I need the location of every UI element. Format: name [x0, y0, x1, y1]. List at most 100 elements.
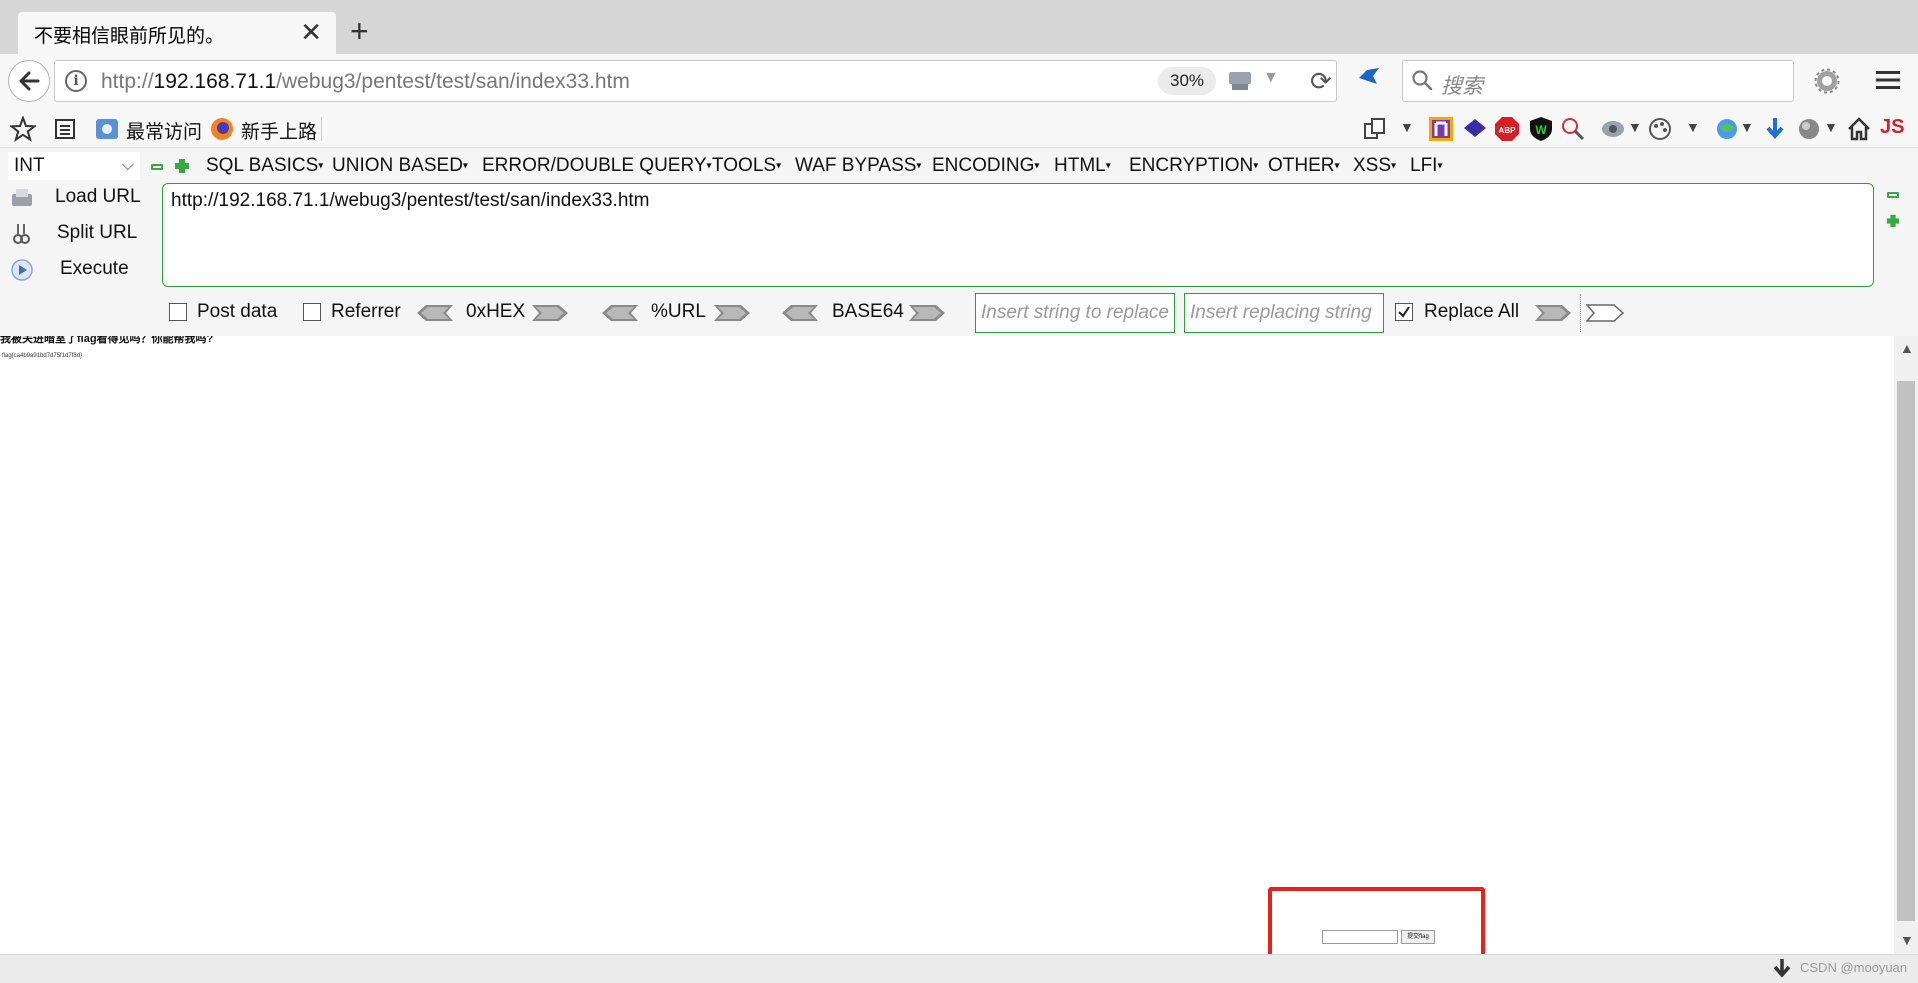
- scroll-down-icon[interactable]: ▼: [1900, 932, 1914, 948]
- hamburger-menu-icon[interactable]: [1876, 70, 1900, 90]
- back-button[interactable]: [8, 60, 50, 102]
- tab-title: 不要相信眼前所见的。: [34, 26, 225, 47]
- flag-input[interactable]: [1322, 930, 1398, 944]
- minus-icon[interactable]: [150, 160, 164, 174]
- replace-apply-arrow-icon[interactable]: [1534, 304, 1572, 322]
- menu-encryption[interactable]: ENCRYPTION▾: [1129, 155, 1258, 177]
- close-tab-icon[interactable]: ✕: [300, 18, 322, 46]
- menu-error-double-query[interactable]: ERROR/DOUBLE QUERY▾: [482, 155, 712, 177]
- home-icon[interactable]: [1846, 116, 1872, 142]
- replace-all-checkbox[interactable]: [1395, 303, 1413, 321]
- bookmark-getting-started[interactable]: 新手上路: [241, 117, 317, 144]
- new-tab-button[interactable]: +: [350, 12, 369, 50]
- dropdown-arrow-icon[interactable]: ▼: [1400, 119, 1414, 135]
- adblock-plus-icon[interactable]: ABP: [1494, 116, 1520, 142]
- base64-decode-arrow-icon[interactable]: [781, 304, 819, 322]
- download-arrow-icon[interactable]: [1762, 116, 1788, 142]
- base64-encode-arrow-icon[interactable]: [908, 304, 946, 322]
- page-action-icon[interactable]: [1227, 69, 1253, 93]
- search-bar[interactable]: 搜索: [1402, 60, 1794, 102]
- checkmark-icon: [1398, 306, 1410, 318]
- speed-extension-icon[interactable]: [1600, 116, 1626, 142]
- gear-icon[interactable]: [1814, 68, 1840, 94]
- hex-label: 0xHEX: [466, 301, 526, 322]
- url-host: 192.168.71.1: [153, 70, 277, 93]
- menu-label: WAF BYPASS: [795, 155, 917, 176]
- menu-sql-basics[interactable]: SQL BASICS▾: [206, 155, 323, 177]
- menu-union-based[interactable]: UNION BASED▾: [332, 155, 468, 177]
- hackbar-panel: INT ⌵ SQL BASICS▾ UNION BASED▾ ERROR/DOU…: [0, 148, 1918, 336]
- page-actions-dropdown-icon[interactable]: ▼: [1263, 69, 1279, 87]
- base64-label: BASE64: [832, 301, 904, 322]
- plus-icon[interactable]: [174, 158, 190, 174]
- menu-waf-bypass[interactable]: WAF BYPASS▾: [795, 155, 921, 177]
- url-bar[interactable]: i http://192.168.71.1/webug3/pentest/tes…: [54, 60, 1337, 102]
- replace-next-arrow-icon[interactable]: [1586, 304, 1624, 322]
- post-data-checkbox[interactable]: [169, 303, 187, 321]
- scroll-thumb[interactable]: [1897, 381, 1915, 921]
- back-arrow-icon: [19, 71, 40, 91]
- dropdown-arrow-icon[interactable]: ▼: [1686, 119, 1700, 135]
- replacing-string-input[interactable]: [1184, 293, 1384, 333]
- hex-encode-arrow-icon[interactable]: [531, 304, 569, 322]
- grow-icon[interactable]: [1886, 214, 1900, 228]
- shield-extension-icon[interactable]: W: [1528, 116, 1554, 142]
- shrink-icon[interactable]: [1886, 190, 1900, 200]
- zoom-level-badge[interactable]: 30%: [1158, 67, 1216, 95]
- int-select[interactable]: INT ⌵: [8, 152, 140, 180]
- tab-strip: 不要相信眼前所见的。 ✕ +: [0, 0, 1918, 54]
- active-tab[interactable]: 不要相信眼前所见的。 ✕: [18, 12, 336, 54]
- magnifier-extension-icon[interactable]: [1560, 116, 1586, 142]
- library-icon[interactable]: [52, 116, 78, 142]
- search-placeholder: 搜索: [1441, 75, 1483, 98]
- palette-icon[interactable]: [1647, 116, 1673, 142]
- menu-xss[interactable]: XSS▾: [1353, 155, 1396, 177]
- url-text[interactable]: http://192.168.71.1/webug3/pentest/test/…: [101, 70, 630, 94]
- dropdown-arrow-icon: ▾: [916, 160, 922, 172]
- extension-bird-icon[interactable]: [1357, 66, 1381, 86]
- load-url-button[interactable]: Load URL: [10, 186, 150, 212]
- hex-decode-arrow-icon[interactable]: [416, 304, 454, 322]
- execute-button[interactable]: Execute: [10, 258, 150, 284]
- menu-label: OTHER: [1268, 155, 1335, 176]
- dropdown-arrow-icon[interactable]: ▼: [1628, 119, 1642, 135]
- chevron-down-icon: ⌵: [121, 157, 134, 174]
- bookmarks-separator: [321, 117, 322, 141]
- dropdown-arrow-icon[interactable]: ▼: [1740, 119, 1754, 135]
- js-toggle-icon[interactable]: JS: [1880, 116, 1904, 139]
- referrer-checkbox[interactable]: [303, 303, 321, 321]
- menu-tools[interactable]: TOOLS▾: [712, 155, 781, 177]
- bookmark-most-visited[interactable]: 最常访问: [126, 117, 202, 144]
- firefox-icon: [211, 118, 233, 140]
- translate-icon[interactable]: [1714, 116, 1740, 142]
- hackbar-url-textarea[interactable]: http://192.168.71.1/webug3/pentest/test/…: [162, 183, 1874, 287]
- scroll-up-icon[interactable]: ▲: [1900, 340, 1914, 356]
- split-url-button[interactable]: Split URL: [10, 222, 150, 248]
- most-visited-icon: [96, 119, 118, 139]
- menu-encoding[interactable]: ENCODING▾: [932, 155, 1039, 177]
- bookmark-star-icon[interactable]: [10, 116, 36, 142]
- replace-string-input[interactable]: [975, 293, 1175, 333]
- url-encode-label: %URL: [651, 301, 706, 322]
- load-url-label: Load URL: [55, 186, 141, 207]
- dropdown-arrow-icon: ▾: [1391, 160, 1397, 172]
- globe-extension-icon[interactable]: [1796, 116, 1822, 142]
- screenshot-extension-icon[interactable]: [1362, 116, 1388, 142]
- vertical-scrollbar[interactable]: ▲ ▼: [1894, 336, 1918, 954]
- url-decode-arrow-icon[interactable]: [601, 304, 639, 322]
- site-info-icon[interactable]: i: [65, 70, 87, 92]
- replace-all-label: Replace All: [1424, 301, 1520, 322]
- menu-html[interactable]: HTML▾: [1054, 155, 1111, 177]
- submit-flag-button[interactable]: 提交flag: [1401, 930, 1435, 944]
- menu-other[interactable]: OTHER▾: [1268, 155, 1340, 177]
- menu-lfi[interactable]: LFI▾: [1410, 155, 1442, 177]
- dropdown-arrow-icon: ▾: [1034, 160, 1040, 172]
- dropdown-arrow-icon[interactable]: ▼: [1824, 119, 1838, 135]
- layers-extension-icon[interactable]: [1462, 116, 1488, 142]
- url-encode-arrow-icon[interactable]: [713, 304, 751, 322]
- reload-button[interactable]: ⟳: [1310, 67, 1332, 95]
- split-url-label: Split URL: [57, 222, 138, 243]
- pi-extension-icon[interactable]: [1428, 116, 1454, 142]
- dropdown-arrow-icon: ▾: [1105, 160, 1111, 172]
- download-status-icon[interactable]: [1772, 958, 1792, 980]
